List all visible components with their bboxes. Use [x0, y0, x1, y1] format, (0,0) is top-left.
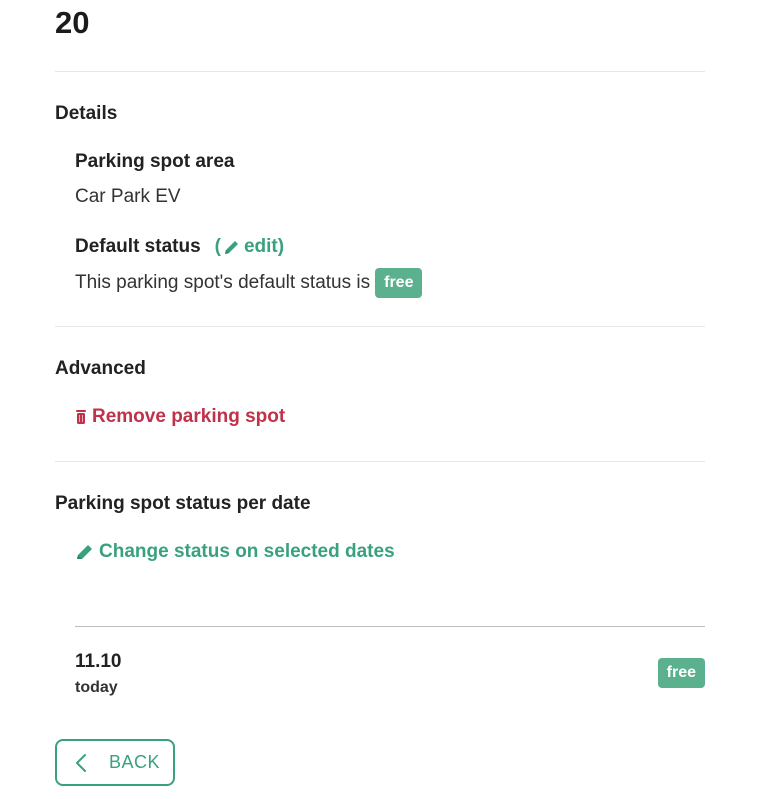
- date-row: 11.10 today free: [75, 650, 705, 700]
- remove-parking-spot-link[interactable]: Remove parking spot: [75, 405, 285, 429]
- default-status-badge: free: [375, 268, 423, 298]
- default-status-row: Default status ( edit): [75, 235, 284, 259]
- change-status-link[interactable]: Change status on selected dates: [75, 540, 395, 564]
- status-per-date-section-title: Parking spot status per date: [55, 493, 311, 514]
- back-button-label: BACK: [109, 752, 161, 772]
- edit-default-status-link[interactable]: ( edit): [215, 235, 284, 259]
- parking-spot-area-label: Parking spot area: [75, 151, 235, 172]
- remove-parking-spot-label: Remove parking spot: [92, 406, 286, 427]
- advanced-section-title: Advanced: [55, 358, 146, 379]
- date-status-badge: free: [657, 658, 705, 688]
- edit-open-paren: (: [214, 236, 221, 257]
- details-section-title: Details: [55, 103, 118, 124]
- divider: [55, 461, 705, 462]
- edit-label: edit): [243, 236, 285, 257]
- default-status-text: This parking spot's default status is: [75, 272, 371, 293]
- date-sub-label: today: [75, 679, 118, 696]
- pencil-icon: [75, 543, 95, 561]
- date-list-divider: [75, 626, 705, 627]
- chevron-left-icon: [75, 753, 87, 773]
- page-title: 20: [55, 5, 90, 40]
- default-status-label: Default status: [75, 236, 201, 257]
- date-value: 11.10: [75, 651, 122, 672]
- divider: [55, 326, 705, 327]
- divider: [55, 71, 705, 72]
- change-status-label: Change status on selected dates: [99, 541, 395, 562]
- default-status-description: This parking spot's default status is fr…: [75, 268, 423, 298]
- trash-icon: [75, 409, 87, 425]
- back-button[interactable]: BACK: [55, 739, 175, 786]
- pencil-icon: [223, 238, 241, 256]
- parking-spot-area-value: Car Park EV: [75, 186, 181, 207]
